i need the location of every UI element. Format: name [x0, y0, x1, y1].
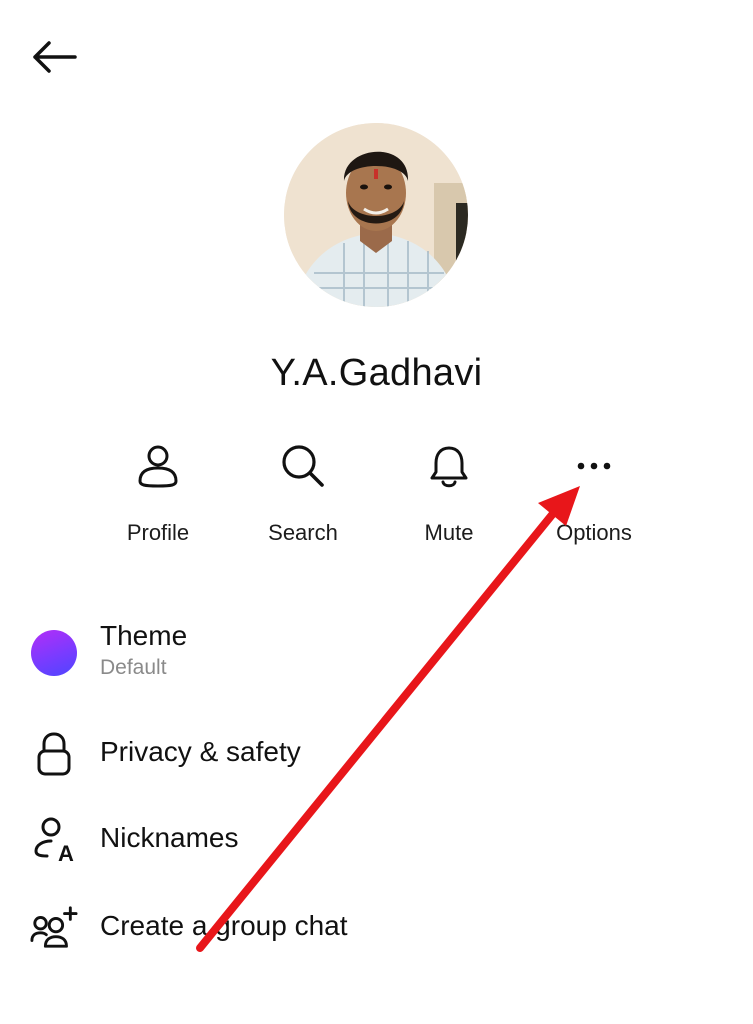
nickname-icon: A [30, 816, 78, 864]
profile-button[interactable]: Profile [88, 440, 228, 550]
create-group-chat-row[interactable]: Create a group chat [0, 902, 753, 954]
arrow-left-icon [31, 40, 77, 79]
create-group-chat-title: Create a group chat [100, 910, 348, 941]
theme-row[interactable]: Theme Default [0, 620, 753, 686]
back-button[interactable] [28, 38, 80, 80]
lock-icon [30, 730, 78, 778]
contact-name: Y.A.Gadhavi [270, 352, 483, 394]
theme-subtitle: Default [100, 656, 167, 679]
mute-label: Mute [424, 520, 474, 545]
options-label: Options [556, 520, 632, 545]
bell-icon [425, 440, 473, 492]
profile-photo [284, 123, 468, 307]
svg-text:A: A [58, 841, 74, 864]
search-icon [279, 440, 327, 492]
person-icon [134, 440, 182, 492]
more-options-icon [570, 440, 618, 492]
add-group-icon [30, 904, 78, 952]
nicknames-title: Nicknames [100, 822, 239, 853]
privacy-safety-title: Privacy & safety [100, 736, 301, 767]
options-button[interactable]: Options [524, 440, 664, 550]
privacy-safety-row[interactable]: Privacy & safety [0, 728, 753, 780]
avatar[interactable] [284, 123, 468, 307]
theme-color-dot [31, 630, 77, 676]
profile-label: Profile [126, 520, 190, 545]
search-button[interactable]: Search [233, 440, 373, 550]
search-label: Search [268, 520, 338, 545]
nicknames-row[interactable]: A Nicknames [0, 814, 753, 866]
theme-title: Theme [100, 620, 188, 651]
mute-button[interactable]: Mute [379, 440, 519, 550]
